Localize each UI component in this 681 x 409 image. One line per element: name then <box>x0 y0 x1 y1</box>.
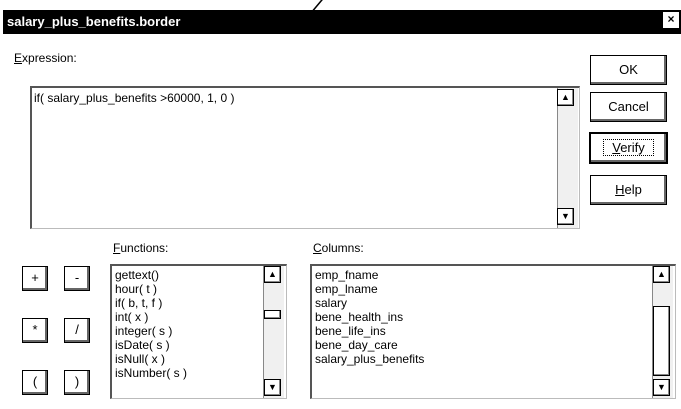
list-item[interactable]: bene_life_ins <box>315 324 675 338</box>
functions-scroll-up-button[interactable]: ▲ <box>264 266 281 283</box>
list-item[interactable]: isNull( x ) <box>115 352 286 366</box>
up-arrow-icon: ▲ <box>657 269 666 279</box>
expression-text: if( salary_plus_benefits >60000, 1, 0 ) <box>34 91 235 105</box>
list-item[interactable]: int( x ) <box>115 310 286 324</box>
cancel-button[interactable]: Cancel <box>590 92 667 122</box>
list-item[interactable]: bene_day_care <box>315 338 675 352</box>
minus-operator-button[interactable]: - <box>64 266 90 291</box>
down-arrow-icon: ▼ <box>268 382 277 392</box>
window-title: salary_plus_benefits.border <box>7 14 181 29</box>
up-arrow-icon: ▲ <box>268 269 277 279</box>
close-button[interactable]: × <box>663 12 679 28</box>
verify-button[interactable]: Verify <box>589 132 668 164</box>
columns-label: Columns: <box>313 241 364 255</box>
list-item[interactable]: if( b, t, f ) <box>115 296 286 310</box>
columns-scroll-thumb[interactable] <box>653 306 670 376</box>
functions-label: Functions: <box>113 241 169 255</box>
open-paren-button[interactable]: ( <box>22 370 48 395</box>
down-arrow-icon: ▼ <box>657 382 666 392</box>
columns-listbox[interactable]: emp_fname emp_lname salary bene_health_i… <box>310 264 676 399</box>
functions-scroll-thumb[interactable] <box>264 310 281 319</box>
list-item[interactable]: bene_health_ins <box>315 310 675 324</box>
plus-operator-button[interactable]: + <box>22 266 48 291</box>
up-arrow-icon: ▲ <box>561 92 570 102</box>
list-item[interactable]: emp_fname <box>315 268 675 282</box>
expression-textarea[interactable]: if( salary_plus_benefits >60000, 1, 0 ) <box>30 86 580 229</box>
list-item[interactable]: isDate( s ) <box>115 338 286 352</box>
title-bar: salary_plus_benefits.border <box>3 10 681 34</box>
functions-scroll-down-button[interactable]: ▼ <box>264 379 281 396</box>
ok-button[interactable]: OK <box>590 55 667 85</box>
columns-list: emp_fname emp_lname salary bene_health_i… <box>312 266 675 366</box>
columns-scroll-down-button[interactable]: ▼ <box>653 379 670 396</box>
help-button[interactable]: Help <box>590 175 667 205</box>
multiply-operator-button[interactable]: * <box>22 318 48 343</box>
expression-scrollbar[interactable] <box>557 88 578 228</box>
close-icon: × <box>667 12 675 26</box>
list-item[interactable]: isNumber( s ) <box>115 366 286 380</box>
expression-scroll-down-button[interactable]: ▼ <box>557 208 574 225</box>
expression-label: Expression: <box>14 51 77 65</box>
list-item[interactable]: integer( s ) <box>115 324 286 338</box>
expression-scroll-up-button[interactable]: ▲ <box>557 89 574 106</box>
list-item[interactable]: hour( t ) <box>115 282 286 296</box>
list-item[interactable]: emp_lname <box>315 282 675 296</box>
list-item[interactable]: gettext() <box>115 268 286 282</box>
functions-listbox[interactable]: gettext() hour( t ) if( b, t, f ) int( x… <box>110 264 287 399</box>
list-item[interactable]: salary <box>315 296 675 310</box>
divide-operator-button[interactable]: / <box>64 318 90 343</box>
list-item[interactable]: salary_plus_benefits <box>315 352 675 366</box>
down-arrow-icon: ▼ <box>561 211 570 221</box>
close-paren-button[interactable]: ) <box>64 370 90 395</box>
columns-scroll-up-button[interactable]: ▲ <box>653 266 670 283</box>
functions-list: gettext() hour( t ) if( b, t, f ) int( x… <box>112 266 286 380</box>
